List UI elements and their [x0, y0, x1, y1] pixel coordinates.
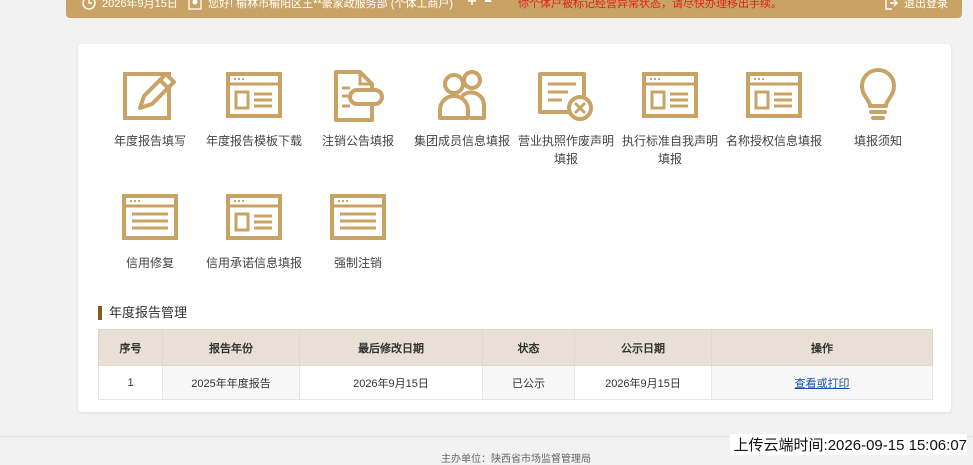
tile-name-authorization[interactable]: 名称授权信息填报: [722, 68, 826, 150]
column-header: 状态: [482, 329, 575, 366]
section-title: 年度报告管理: [98, 306, 187, 320]
tile-label: 名称授权信息填报: [726, 134, 823, 148]
tile-annual-template-download[interactable]: 年度报告模板下载: [202, 68, 306, 150]
cell-report-year: 2025年年度报告: [162, 365, 300, 400]
greeting-text: 您好! 榆林市榆阳区王**豪家政服务部 (个体工商户): [208, 0, 454, 10]
notice-icons: [466, 0, 494, 7]
tile-license-void[interactable]: 营业执照作废声明填报: [514, 68, 618, 168]
tile-cancel-notice[interactable]: 注销公告填报: [306, 68, 410, 150]
tile-label: 集团成员信息填报: [414, 134, 511, 148]
tile-label: 年度报告模板下载: [206, 134, 303, 148]
edit-icon: [123, 72, 176, 120]
main-card: 年度报告填写 年度报告模板下载 注销公告填报 集团成员信息填报 营业执照作废声明…: [78, 44, 951, 412]
top-bar: 2026年9月15日 您好! 榆林市榆阳区王**豪家政服务部 (个体工商户) 你…: [66, 0, 962, 18]
warning-text: 你个体户被标记经营异常状态，请尽快办理移出手续。: [518, 0, 782, 10]
tile-credit-repair[interactable]: 信用修复: [98, 190, 202, 272]
column-header: 序号: [98, 329, 163, 366]
upload-time: 上传云端时间:2026-09-15 15:06:07: [729, 434, 967, 455]
cancel-doc-icon: [334, 70, 384, 122]
lightbulb-icon: [860, 68, 896, 120]
cell-action: 查看或打印: [711, 365, 933, 400]
form-icon: [122, 194, 178, 240]
clock-icon: [82, 0, 96, 10]
cell-index: 1: [98, 365, 163, 400]
pin-icon: [468, 0, 476, 5]
table-row: 1 2025年年度报告 2026年9月15日 已公示 2026年9月15日 查看…: [98, 365, 933, 400]
logout-button[interactable]: 退出登录: [884, 0, 948, 11]
greeting: 您好! 榆林市榆阳区王**豪家政服务部 (个体工商户): [188, 0, 453, 11]
footer-text: 主办单位：陕西省市场监督管理局: [441, 454, 591, 465]
flag-icon: [485, 0, 492, 6]
logout-label[interactable]: 退出登录: [904, 0, 948, 11]
column-header: 操作: [711, 329, 933, 366]
column-header: 报告年份: [162, 329, 300, 366]
tile-credit-commitment[interactable]: 信用承诺信息填报: [202, 190, 306, 272]
tile-forced-cancellation[interactable]: 强制注销: [306, 190, 410, 272]
logout-icon: [885, 0, 898, 10]
form-icon: [330, 194, 386, 240]
column-header: 最后修改日期: [299, 329, 483, 366]
tile-label: 强制注销: [333, 256, 382, 270]
tile-label: 填报须知: [853, 134, 902, 148]
tile-group-member-info[interactable]: 集团成员信息填报: [410, 68, 514, 150]
cell-publish-date: 2026年9月15日: [574, 365, 712, 400]
date-text: 2026年9月15日: [102, 0, 178, 10]
tile-label: 年度报告填写: [113, 134, 186, 148]
report-table: 序号 报告年份 最后修改日期 状态 公示日期 操作 1 2025年年度报告 20…: [98, 329, 933, 400]
user-icon: [188, 0, 202, 10]
form-icon: [746, 72, 802, 118]
form-icon: [642, 72, 698, 118]
tile-label: 信用修复: [125, 256, 174, 270]
tile-filing-notice[interactable]: 填报须知: [826, 68, 930, 150]
form-icon: [226, 194, 282, 240]
tile-label: 营业执照作废声明填报: [518, 134, 615, 166]
date-display: 2026年9月15日: [82, 0, 178, 11]
cell-status: 已公示: [482, 365, 575, 400]
tile-label: 信用承诺信息填报: [206, 256, 303, 270]
group-icon: [438, 70, 486, 120]
tile-annual-report-fill[interactable]: 年度报告填写: [98, 68, 202, 150]
form-icon: [226, 72, 282, 118]
view-print-link[interactable]: 查看或打印: [795, 378, 850, 390]
tile-label: 执行标准自我声明填报: [622, 134, 719, 166]
license-void-icon: [538, 72, 593, 121]
column-header: 公示日期: [574, 329, 712, 366]
cell-last-modified: 2026年9月15日: [299, 365, 483, 400]
tile-label: 注销公告填报: [321, 134, 394, 148]
table-header-row: 序号 报告年份 最后修改日期 状态 公示日期 操作: [98, 329, 933, 366]
tile-standard-self-declaration[interactable]: 执行标准自我声明填报: [618, 68, 722, 168]
